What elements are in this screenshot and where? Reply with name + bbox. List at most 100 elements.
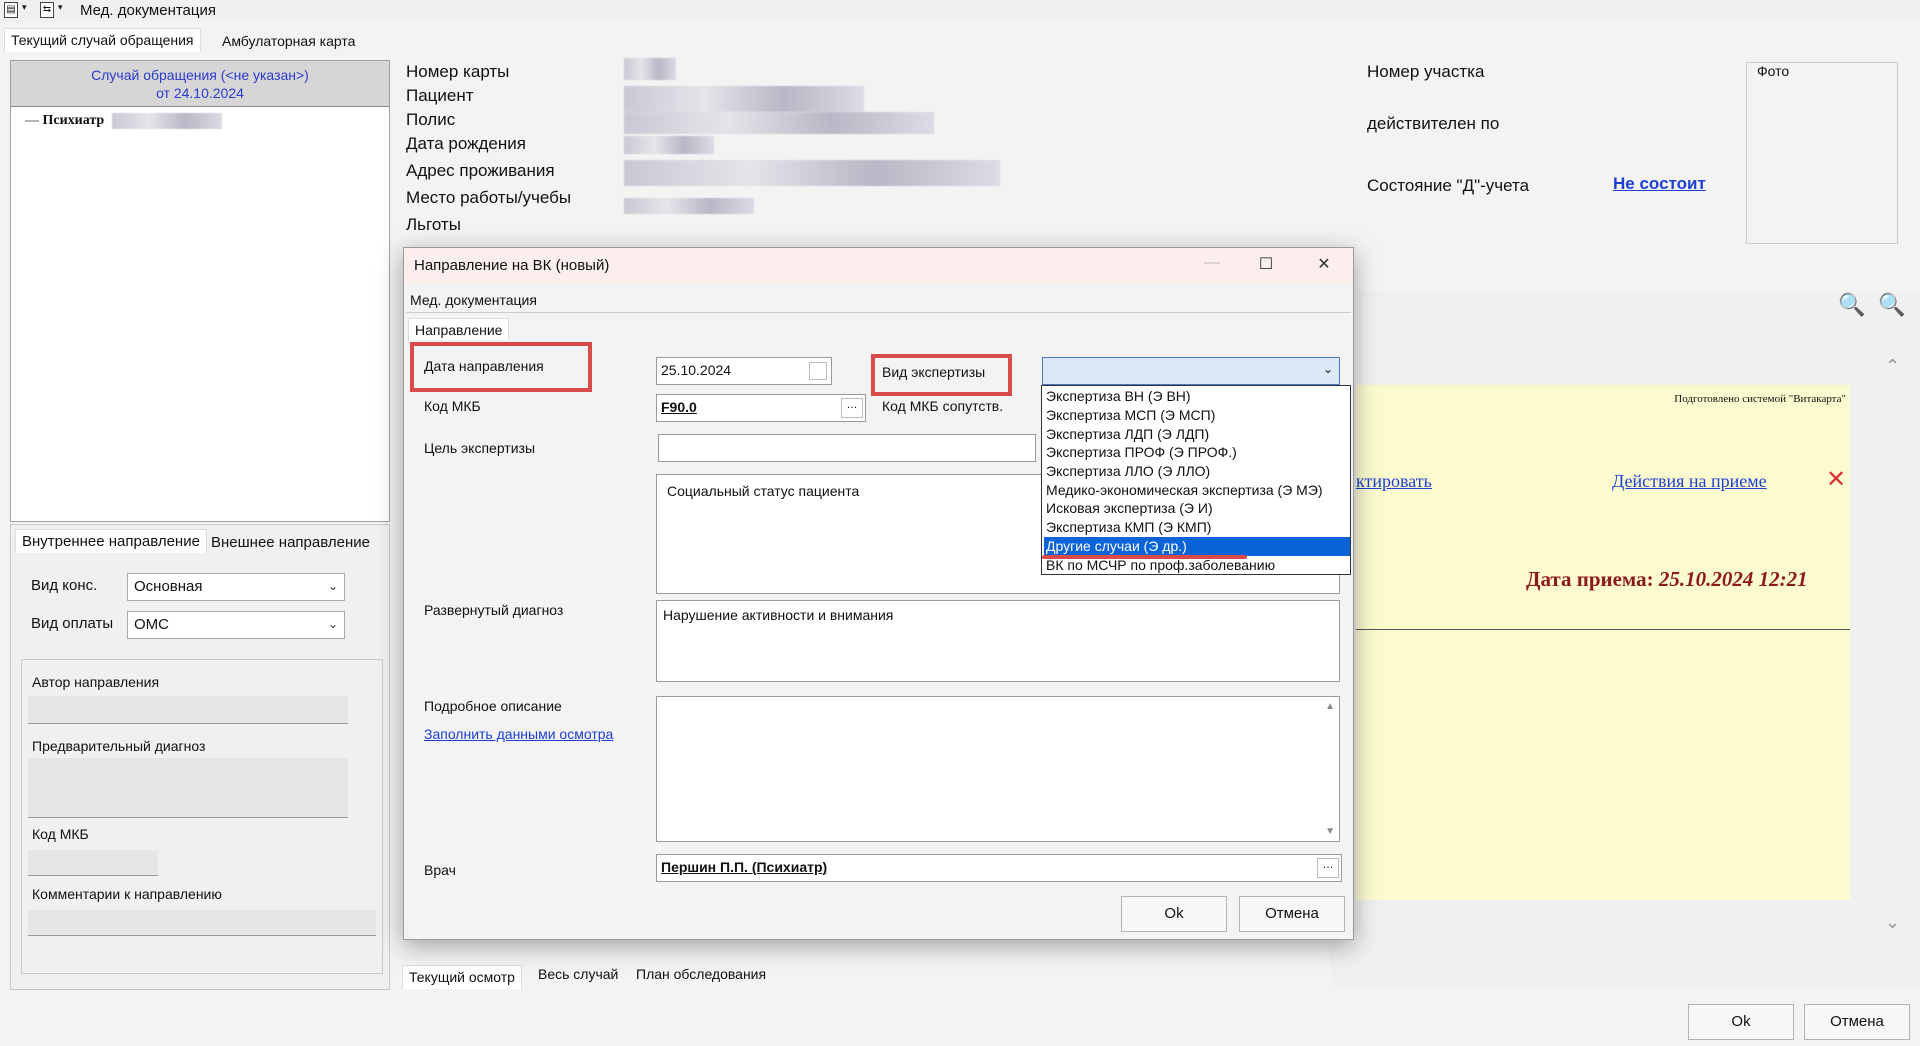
- zoom-out-icon[interactable]: 🔍: [1878, 292, 1905, 318]
- visit-date-label: Дата приема:: [1526, 567, 1654, 591]
- description-label: Подробное описание: [424, 698, 562, 714]
- tab-exam-plan[interactable]: План обследования: [630, 963, 772, 987]
- dialog-ok-button[interactable]: Ok: [1121, 896, 1227, 932]
- vid-oplaty-label: Вид оплаты: [31, 615, 114, 632]
- birthdate-label: Дата рождения: [406, 134, 526, 153]
- goal-label: Цель экспертизы: [424, 440, 536, 456]
- tab-internal-referral[interactable]: Внутреннее направление: [15, 529, 207, 553]
- chevron-down-icon[interactable]: ▾: [22, 2, 27, 13]
- valid-until-label: действителен по: [1367, 114, 1500, 133]
- divider: [1356, 629, 1850, 630]
- maximize-icon[interactable]: ☐: [1246, 254, 1286, 278]
- tree-item-psychiatrist[interactable]: — Психиатр: [25, 113, 222, 129]
- photo-box: Фото: [1746, 62, 1898, 244]
- d-status-value: Не состоит: [1613, 174, 1706, 193]
- dropdown-option[interactable]: Экспертиза МСП (Э МСП): [1044, 406, 1350, 425]
- mkb-field[interactable]: [28, 850, 158, 876]
- dialog-cancel-button[interactable]: Отмена: [1239, 896, 1345, 932]
- extended-diagnosis-input[interactable]: Нарушение активности и внимания: [656, 600, 1340, 682]
- doctor-label: Врач: [424, 862, 456, 878]
- mkb-input[interactable]: F90.0 …: [656, 394, 866, 422]
- document-menu-icon[interactable]: ▤: [4, 2, 18, 18]
- expertise-type-select[interactable]: ⌄: [1042, 357, 1340, 385]
- policy-label: Полис: [406, 110, 456, 129]
- referral-dialog: Направление на ВК (новый) — ☐ ✕ Мед. док…: [403, 247, 1354, 940]
- visit-document: Подготовлено системой "Витакарта" ктиров…: [1356, 385, 1850, 900]
- redacted-name: [111, 113, 222, 129]
- scroll-up-icon[interactable]: ⌃: [1885, 356, 1900, 377]
- goal-input[interactable]: [658, 434, 1036, 462]
- redacted-birthdate: [624, 136, 714, 154]
- dropdown-option[interactable]: Медико-экономическая экспертиза (Э МЭ): [1044, 481, 1350, 500]
- extended-diagnosis-label: Развернутый диагноз: [424, 602, 564, 618]
- vid-kons-select[interactable]: Основная ⌄: [127, 573, 345, 601]
- ellipsis-icon[interactable]: …: [841, 398, 863, 418]
- dropdown-option[interactable]: Экспертиза ЛЛО (Э ЛЛО): [1044, 462, 1350, 481]
- tab-external-referral[interactable]: Внешнее направление: [205, 531, 376, 555]
- vid-oplaty-value: ОМС: [134, 616, 169, 633]
- dropdown-option-selected[interactable]: Другие случаи (Э др.): [1044, 537, 1350, 556]
- chevron-down-icon: ⌄: [1322, 362, 1333, 376]
- d-status-link[interactable]: Не состоит: [1613, 174, 1706, 194]
- redacted-policy: [624, 112, 934, 134]
- dropdown-option[interactable]: Экспертиза ПРОФ (Э ПРОФ.): [1044, 443, 1350, 462]
- main-ok-button[interactable]: Ok: [1688, 1004, 1794, 1040]
- case-header[interactable]: Случай обращения (<не указан>) от 24.10.…: [11, 61, 389, 107]
- tab-whole-case[interactable]: Весь случай: [532, 963, 624, 987]
- patient-label: Пациент: [406, 86, 474, 105]
- tab-outpatient-card[interactable]: Амбулаторная карта: [216, 30, 361, 54]
- comments-field[interactable]: [28, 910, 376, 936]
- dropdown-option[interactable]: Экспертиза ВН (Э ВН): [1044, 387, 1350, 406]
- referral-panel: Внутреннее направление Внешнее направлен…: [10, 524, 390, 990]
- address-label: Адрес проживания: [406, 161, 555, 180]
- ellipsis-icon[interactable]: …: [1317, 858, 1339, 878]
- scroll-down-icon[interactable]: ⌄: [1885, 912, 1900, 933]
- scroll-up-icon[interactable]: ▲: [1325, 701, 1335, 712]
- close-icon[interactable]: ✕: [1826, 465, 1846, 494]
- dialog-title-bar: Направление на ВК (новый) — ☐ ✕: [404, 248, 1353, 284]
- fill-from-exam-text: Заполнить данными осмотра: [424, 726, 614, 742]
- mkb-label: Код МКБ: [424, 398, 481, 414]
- dropdown-option[interactable]: Экспертиза ЛДП (Э ЛДП): [1044, 425, 1350, 444]
- tools-menu-icon[interactable]: ⇆: [40, 2, 54, 18]
- dropdown-option[interactable]: Экспертиза КМП (Э КМП): [1044, 518, 1350, 537]
- vid-oplaty-select[interactable]: ОМС ⌄: [127, 611, 345, 639]
- prelim-diag-field[interactable]: [28, 758, 348, 818]
- zoom-in-icon[interactable]: 🔍: [1838, 292, 1865, 318]
- dropdown-option[interactable]: Исковая экспертиза (Э И): [1044, 499, 1350, 518]
- referral-date-input[interactable]: 25.10.2024: [656, 357, 832, 385]
- prepared-by: Подготовлено системой "Витакарта": [1674, 393, 1846, 405]
- doctor-input[interactable]: Першин П.П. (Психиатр) …: [656, 854, 1342, 882]
- district-label: Номер участка: [1367, 62, 1485, 81]
- tab-referral[interactable]: Направление: [408, 318, 510, 340]
- case-date: от 24.10.2024: [156, 85, 244, 101]
- workplace-label: Место работы/учебы: [406, 188, 572, 207]
- vid-kons-value: Основная: [134, 578, 203, 595]
- chevron-down-icon[interactable]: ▾: [58, 2, 63, 13]
- actions-link[interactable]: Действия на приеме: [1612, 471, 1767, 492]
- mkb-concomitant-label: Код МКБ сопутств.: [882, 398, 1004, 414]
- mkb-value: F90.0: [661, 399, 697, 415]
- expertise-type-label: Вид экспертизы: [882, 364, 986, 380]
- photo-label: Фото: [1757, 63, 1790, 79]
- prelim-diag-label: Предварительный диагноз: [32, 738, 206, 754]
- case-tree-panel: Случай обращения (<не указан>) от 24.10.…: [10, 60, 390, 522]
- fill-from-exam-link[interactable]: Заполнить данными осмотра: [424, 726, 613, 742]
- visit-date: Дата приема: 25.10.2024 12:21: [1526, 567, 1808, 592]
- author-group: Автор направления Предварительный диагно…: [21, 659, 383, 974]
- scroll-down-icon[interactable]: ▼: [1325, 826, 1335, 837]
- calendar-icon[interactable]: [809, 362, 827, 380]
- edit-link[interactable]: ктировать: [1356, 471, 1432, 492]
- author-field[interactable]: [28, 696, 348, 724]
- close-icon[interactable]: ✕: [1304, 254, 1344, 278]
- visit-date-value: 25.10.2024 12:21: [1658, 567, 1808, 591]
- case-title: Случай обращения (<не указан>): [91, 67, 309, 83]
- tab-current-case[interactable]: Текущий случай обращения: [4, 28, 201, 52]
- minimize-icon[interactable]: —: [1192, 254, 1232, 278]
- description-input[interactable]: ▲ ▼: [656, 696, 1340, 842]
- actions-link-text: Действия на приеме: [1612, 471, 1767, 491]
- redacted-address: [624, 160, 1000, 186]
- tab-current-exam[interactable]: Текущий осмотр: [402, 965, 522, 989]
- doctor-value: Першин П.П. (Психиатр): [661, 859, 828, 875]
- main-cancel-button[interactable]: Отмена: [1804, 1004, 1910, 1040]
